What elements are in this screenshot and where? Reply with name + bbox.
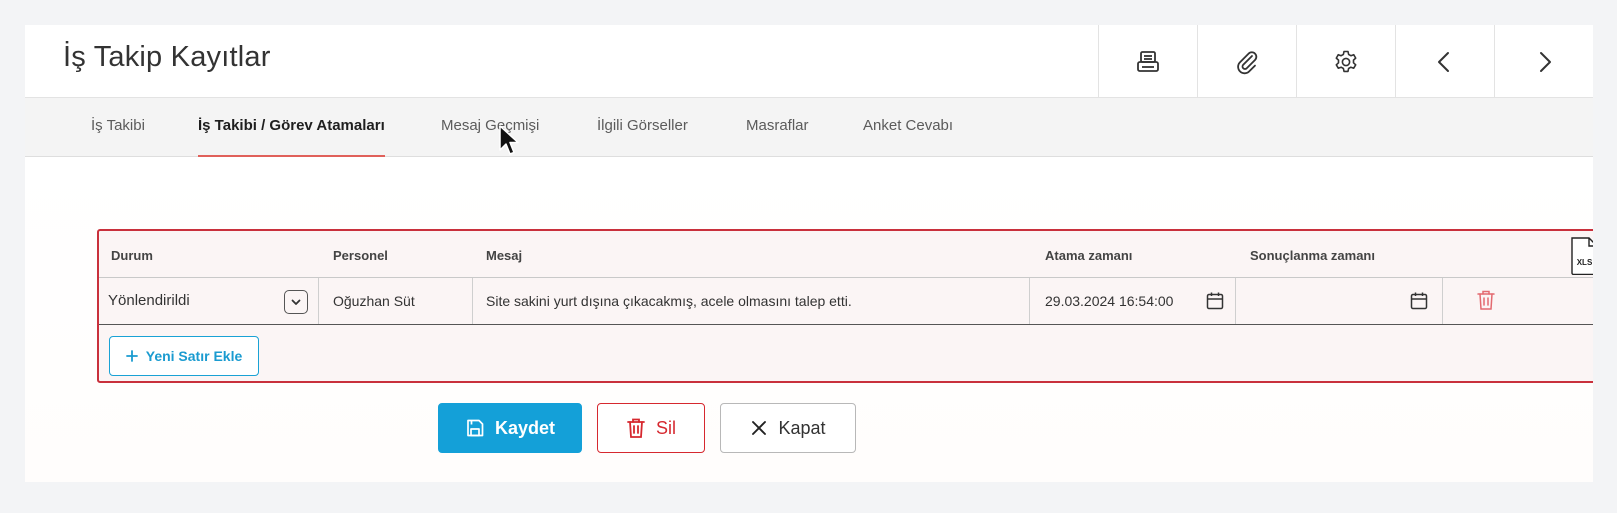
cell-actions: [1443, 278, 1593, 324]
close-button[interactable]: Kapat: [720, 403, 856, 453]
mesaj-value: Site sakini yurt dışına çıkacakmış, acel…: [486, 293, 852, 309]
durum-dropdown-button[interactable]: [284, 290, 308, 314]
calendar-icon[interactable]: [1205, 291, 1225, 311]
personel-value: Oğuzhan Süt: [333, 293, 415, 309]
trash-icon: [627, 418, 645, 438]
save-icon: [467, 419, 484, 437]
column-header-atama-zamani[interactable]: Atama zamanı: [1045, 248, 1132, 263]
tab-bar: İş Takibi İş Takibi / Görev Atamaları Me…: [25, 98, 1593, 157]
paperclip-icon: [1237, 50, 1258, 74]
close-label: Kapat: [778, 417, 826, 438]
table-row[interactable]: Yönlendirildi Oğuzhan Süt Site sakini yu…: [99, 278, 1593, 325]
header-bar: İş Takip Kayıtlar: [25, 25, 1593, 98]
footer-actions: Kaydet Sil Kapat: [438, 403, 856, 453]
previous-button[interactable]: [1395, 25, 1494, 98]
calendar-icon[interactable]: [1409, 291, 1429, 311]
print-button[interactable]: [1098, 25, 1197, 98]
cell-atama-zamani[interactable]: 29.03.2024 16:54:00: [1030, 278, 1236, 324]
trash-icon[interactable]: [1476, 289, 1496, 311]
column-header-durum[interactable]: Durum: [111, 248, 153, 263]
atama-zamani-value: 29.03.2024 16:54:00: [1045, 293, 1174, 309]
tab-mesaj-gecmisi[interactable]: Mesaj Geçmişi: [441, 98, 539, 157]
xls-file-icon: XLS: [1571, 237, 1593, 276]
durum-value: Yönlendirildi: [108, 292, 190, 309]
assignments-grid: Durum Personel Mesaj Atama zamanı Sonuçl…: [97, 229, 1593, 383]
record-window: İş Takip Kayıtlar İş Takibi İş Takibi / …: [25, 25, 1593, 482]
cell-durum[interactable]: Yönlendirildi: [99, 278, 319, 324]
add-row-button[interactable]: Yeni Satır Ekle: [109, 336, 259, 376]
page-title: İş Takip Kayıtlar: [63, 41, 271, 73]
next-button[interactable]: [1494, 25, 1593, 98]
attach-button[interactable]: [1197, 25, 1296, 98]
delete-label: Sil: [655, 417, 676, 438]
excel-export-button[interactable]: XLS: [1569, 237, 1593, 276]
tab-is-takibi[interactable]: İş Takibi: [91, 98, 145, 157]
close-icon: [752, 421, 767, 435]
tab-gorev-atamalari[interactable]: İş Takibi / Görev Atamaları: [198, 98, 385, 157]
add-row-label: Yeni Satır Ekle: [145, 348, 243, 364]
tab-masraflar[interactable]: Masraflar: [746, 98, 809, 157]
cell-sonuclanma-zamani[interactable]: [1236, 278, 1443, 324]
tab-content: Durum Personel Mesaj Atama zamanı Sonuçl…: [25, 157, 1593, 482]
tab-anket-cevabi[interactable]: Anket Cevabı: [863, 98, 953, 157]
plus-icon: [125, 350, 138, 362]
save-label: Kaydet: [494, 417, 556, 438]
column-header-personel[interactable]: Personel: [333, 248, 388, 263]
chevron-left-icon: [1438, 51, 1449, 72]
settings-button[interactable]: [1296, 25, 1395, 98]
svg-text:XLS: XLS: [1577, 258, 1593, 267]
cell-mesaj[interactable]: Site sakini yurt dışına çıkacakmış, acel…: [473, 278, 1030, 324]
cell-personel[interactable]: Oğuzhan Süt: [319, 278, 473, 324]
save-button[interactable]: Kaydet: [438, 403, 582, 453]
toolbar: [1098, 25, 1593, 98]
gear-icon: [1335, 50, 1357, 72]
printer-icon: [1137, 50, 1159, 72]
chevron-right-icon: [1540, 51, 1551, 72]
column-header-sonuclanma-zamani[interactable]: Sonuçlanma zamanı: [1250, 248, 1375, 263]
chevron-down-icon: [291, 299, 301, 305]
column-header-mesaj[interactable]: Mesaj: [486, 248, 522, 263]
grid-header: Durum Personel Mesaj Atama zamanı Sonuçl…: [99, 231, 1593, 278]
tab-ilgili-gorseller[interactable]: İlgili Görseller: [597, 98, 688, 157]
delete-button[interactable]: Sil: [597, 403, 705, 453]
